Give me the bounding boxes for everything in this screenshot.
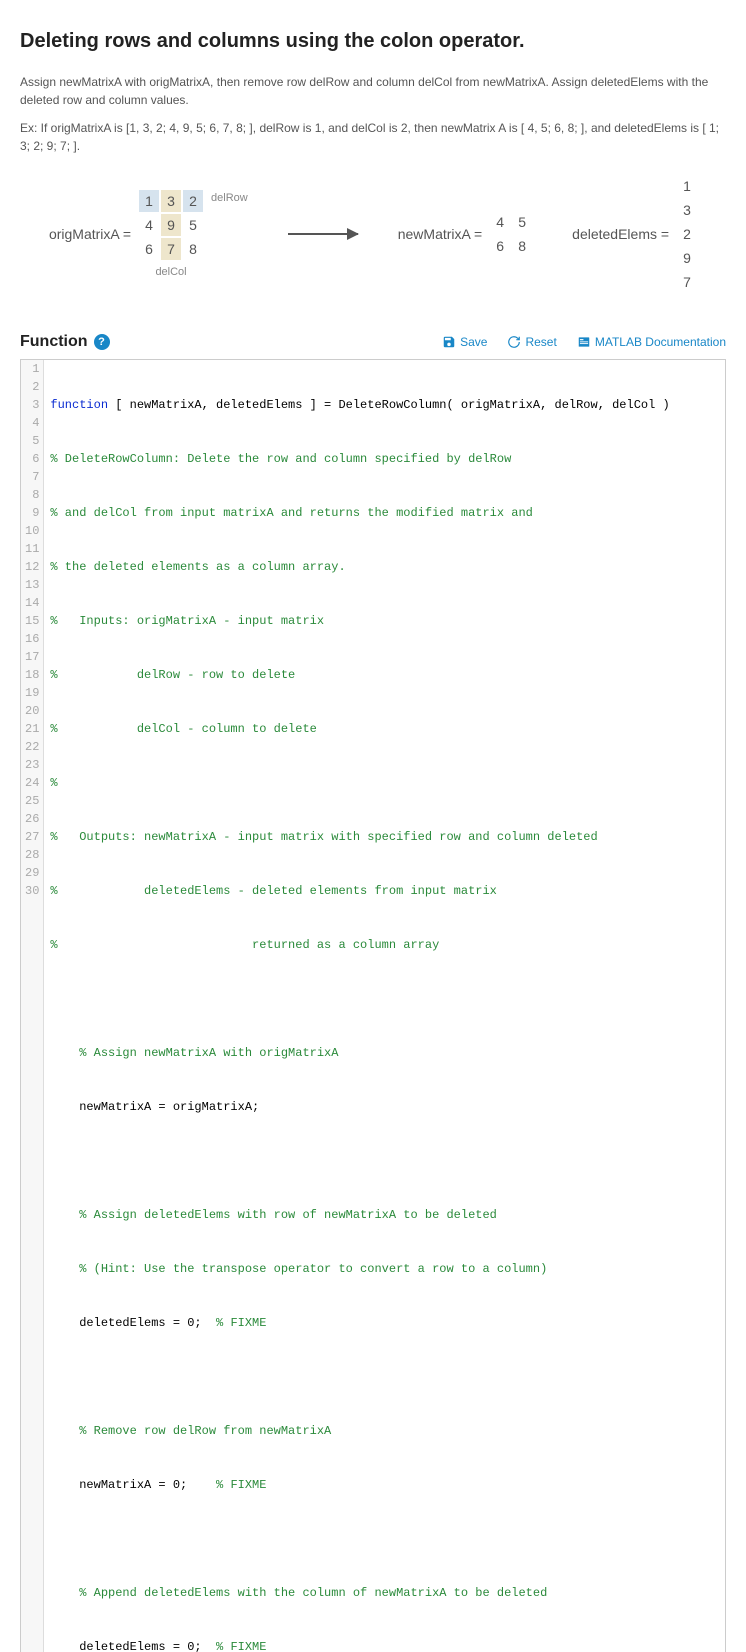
code-line: % Assign newMatrixA with origMatrixA [50, 1044, 719, 1062]
problem-description-2: Ex: If origMatrixA is [1, 3, 2; 4, 9, 5;… [20, 119, 726, 155]
code-token: deletedElems = 0; [50, 1316, 216, 1330]
code-line: % Append deletedElems with the column of… [50, 1584, 719, 1602]
matrix-cell: 8 [183, 238, 203, 260]
code-token: [ newMatrixA, deletedElems ] = DeleteRow… [108, 398, 670, 412]
code-line [50, 990, 719, 1008]
function-label: Function [20, 333, 88, 351]
code-line: % Assign deletedElems with row of newMat… [50, 1206, 719, 1224]
code-line: % [50, 774, 719, 792]
code-line: % Outputs: newMatrixA - input matrix wit… [50, 828, 719, 846]
code-line: % delCol - column to delete [50, 720, 719, 738]
matrix-cell: 6 [139, 238, 159, 260]
matrix-cell: 6 [490, 235, 510, 257]
matrix-cell: 5 [512, 211, 532, 233]
matrix-cell: 4 [490, 211, 510, 233]
orig-matrix-label: origMatrixA = [49, 226, 131, 242]
code-line: % (Hint: Use the transpose operator to c… [50, 1260, 719, 1278]
code-line: % returned as a column array [50, 936, 719, 954]
problem-description-1: Assign newMatrixA with origMatrixA, then… [20, 73, 726, 109]
line-gutter: 1234567891011121314151617181920212223242… [21, 360, 44, 1652]
code-editor[interactable]: 1234567891011121314151617181920212223242… [20, 359, 726, 1652]
arrow-icon [288, 233, 358, 235]
code-line: % and delCol from input matrixA and retu… [50, 504, 719, 522]
matrix-cell: 8 [512, 235, 532, 257]
doc-icon [577, 335, 591, 349]
save-button[interactable]: Save [442, 335, 487, 349]
matrix-cell: 9 [677, 247, 697, 269]
new-matrix: 4 5 6 8 [490, 211, 532, 257]
code-line: % Inputs: origMatrixA - input matrix [50, 612, 719, 630]
code-line: % DeleteRowColumn: Delete the row and co… [50, 450, 719, 468]
orig-matrix: 1 3 2 4 9 5 6 7 8 [139, 190, 203, 260]
code-line [50, 1152, 719, 1170]
code-line: % deletedElems - deleted elements from i… [50, 882, 719, 900]
save-icon [442, 335, 456, 349]
reset-label: Reset [525, 335, 556, 349]
example-diagram: origMatrixA = 1 3 2 4 9 5 6 7 8 delCol d… [20, 175, 726, 293]
code-token: % FIXME [216, 1478, 266, 1492]
matrix-cell: 3 [161, 190, 181, 212]
code-area[interactable]: function [ newMatrixA, deletedElems ] = … [44, 360, 725, 1652]
del-col-label: delCol [155, 266, 186, 278]
matrix-cell: 4 [139, 214, 159, 236]
code-token: newMatrixA = 0; [50, 1478, 216, 1492]
help-icon[interactable]: ? [94, 334, 110, 350]
matrix-cell: 2 [183, 190, 203, 212]
del-row-label: delRow [211, 192, 248, 204]
deleted-elems-vector: 1 3 2 9 7 [677, 175, 697, 293]
code-line: % delRow - row to delete [50, 666, 719, 684]
matrix-cell: 3 [677, 199, 697, 221]
save-label: Save [460, 335, 487, 349]
code-token: function [50, 398, 108, 412]
matrix-cell: 7 [161, 238, 181, 260]
code-line: % Remove row delRow from newMatrixA [50, 1422, 719, 1440]
matrix-cell: 2 [677, 223, 697, 245]
matrix-cell: 7 [677, 271, 697, 293]
code-line [50, 1530, 719, 1548]
matrix-cell: 5 [183, 214, 203, 236]
code-token: deletedElems = 0; [50, 1640, 216, 1652]
reset-button[interactable]: Reset [507, 335, 556, 349]
matrix-cell: 1 [139, 190, 159, 212]
code-token: % FIXME [216, 1640, 266, 1652]
code-line: % the deleted elements as a column array… [50, 558, 719, 576]
code-token: % FIXME [216, 1316, 266, 1330]
code-line [50, 1368, 719, 1386]
new-matrix-label: newMatrixA = [398, 226, 482, 242]
matlab-doc-link[interactable]: MATLAB Documentation [577, 335, 726, 349]
doc-label: MATLAB Documentation [595, 335, 726, 349]
function-header: Function ? Save Reset MATLAB Documentati… [20, 333, 726, 351]
deleted-elems-label: deletedElems = [572, 226, 669, 242]
reset-icon [507, 335, 521, 349]
matrix-cell: 9 [161, 214, 181, 236]
code-line: newMatrixA = origMatrixA; [50, 1098, 719, 1116]
matrix-cell: 1 [677, 175, 697, 197]
page-title: Deleting rows and columns using the colo… [20, 30, 726, 53]
